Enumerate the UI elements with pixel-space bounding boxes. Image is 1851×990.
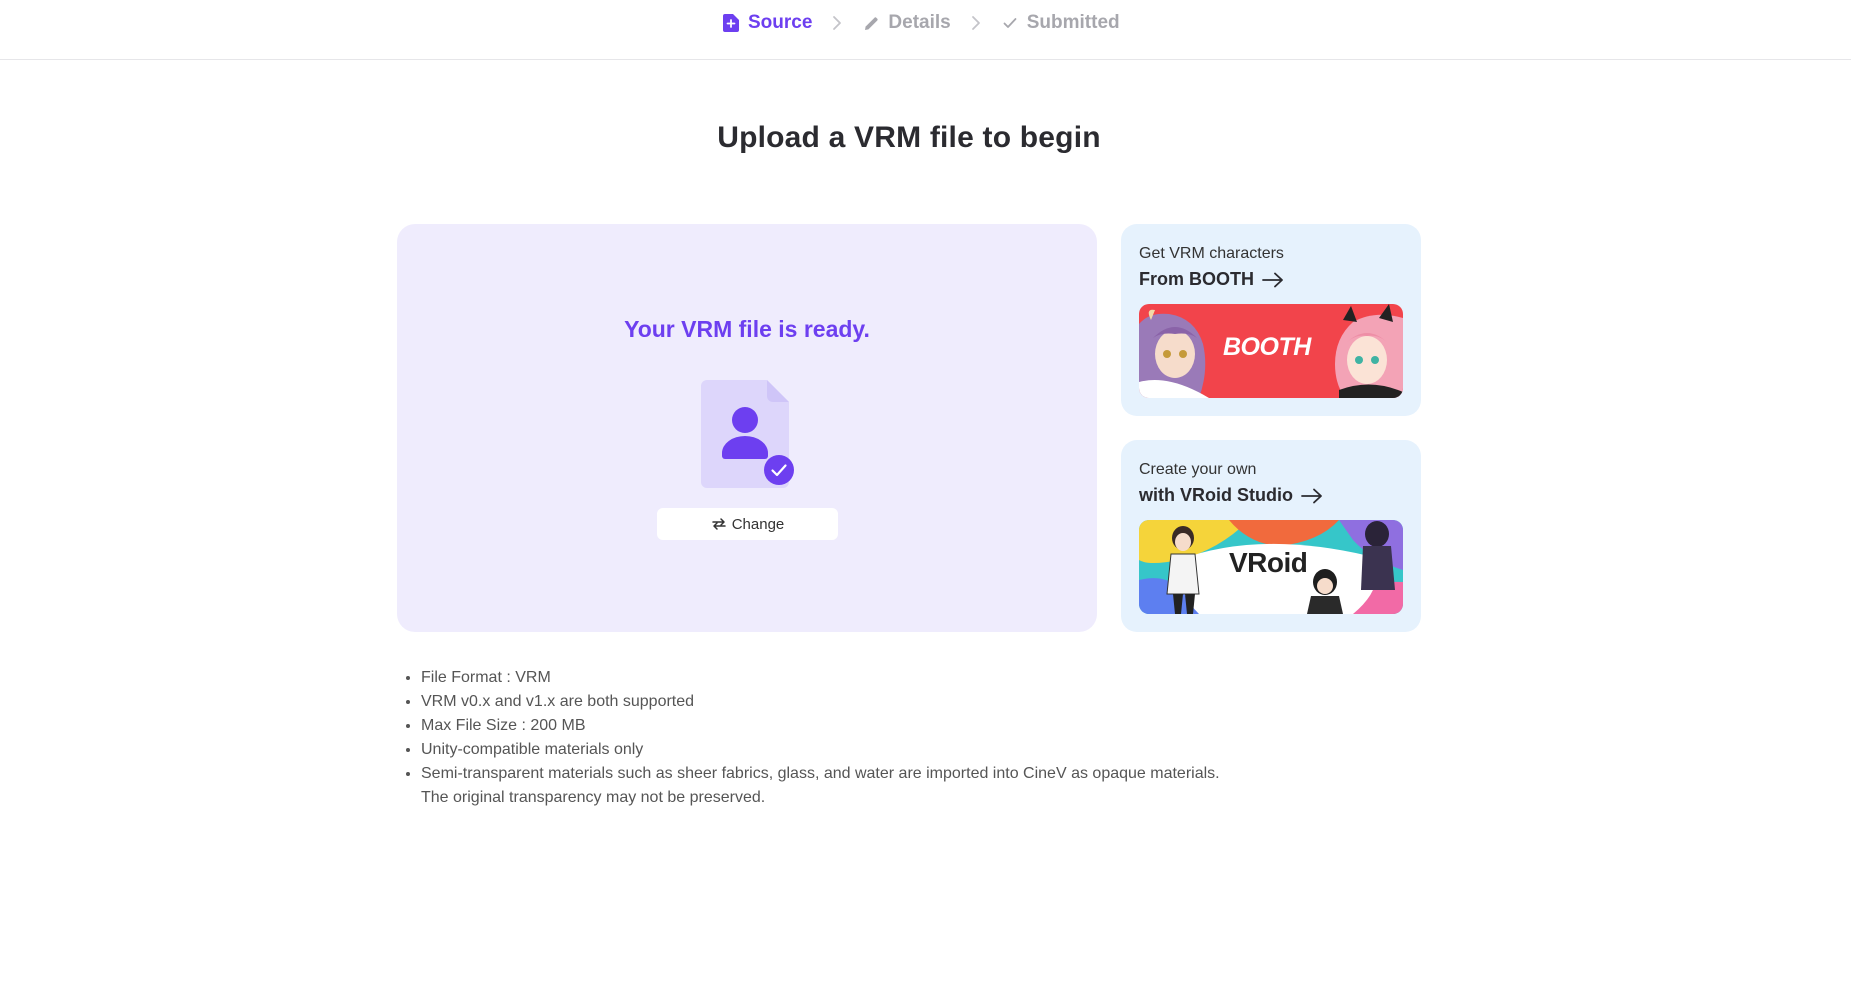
- upload-dropzone[interactable]: Your VRM file is ready. Change: [397, 224, 1097, 632]
- upload-status-text: Your VRM file is ready.: [624, 316, 870, 342]
- step-label: Details: [888, 12, 951, 33]
- swap-arrows-icon: [711, 516, 727, 532]
- vroid-banner[interactable]: VRoid: [1139, 520, 1403, 614]
- stepper: Source Details Submitted: [722, 11, 1120, 35]
- change-file-button[interactable]: Change: [657, 508, 838, 540]
- stepper-bar: Source Details Submitted: [0, 0, 1851, 60]
- pencil-icon: [862, 14, 880, 32]
- booth-link[interactable]: From BOOTH: [1139, 269, 1284, 290]
- promo-link-label: with VRoid Studio: [1139, 485, 1293, 505]
- promo-link-label: From BOOTH: [1139, 269, 1254, 289]
- vroid-promo-card[interactable]: Create your own with VRoid Studio VRoid: [1121, 440, 1421, 632]
- list-item-text: Semi-transparent materials such as sheer…: [421, 765, 1220, 782]
- vroid-link[interactable]: with VRoid Studio: [1139, 485, 1323, 506]
- step-source[interactable]: Source: [722, 12, 812, 34]
- promo-subtitle: Create your own: [1139, 461, 1257, 478]
- vroid-banner-text: VRoid: [1229, 547, 1308, 578]
- list-item: Unity-compatible materials only: [421, 738, 1220, 762]
- file-plus-icon: [722, 14, 740, 32]
- requirements-list: File Format : VRM VRM v0.x and v1.x are …: [421, 666, 1220, 810]
- step-label: Submitted: [1026, 12, 1120, 33]
- step-details[interactable]: Details: [862, 12, 951, 34]
- booth-banner-text: BOOTH: [1223, 333, 1311, 361]
- list-item-note: The original transparency may not be pre…: [421, 789, 766, 806]
- booth-promo-card[interactable]: Get VRM characters From BOOTH BOOTH: [1121, 224, 1421, 416]
- arrow-right-icon: [1301, 488, 1323, 504]
- step-submitted[interactable]: Submitted: [1001, 12, 1120, 34]
- check-circle-icon: [764, 455, 794, 485]
- promo-subtitle: Get VRM characters: [1139, 245, 1284, 262]
- booth-banner[interactable]: BOOTH: [1139, 304, 1403, 398]
- step-label: Source: [748, 12, 813, 33]
- list-item: File Format : VRM: [421, 666, 1220, 690]
- check-icon: [1001, 14, 1019, 32]
- chevron-right-icon: [830, 16, 844, 30]
- page-title: Upload a VRM file to begin: [717, 121, 1101, 154]
- list-item: Semi-transparent materials such as sheer…: [421, 762, 1220, 810]
- chevron-right-icon: [969, 16, 983, 30]
- arrow-right-icon: [1262, 272, 1284, 288]
- change-button-label: Change: [731, 515, 785, 533]
- vrm-file-user-icon: [701, 376, 813, 492]
- list-item: VRM v0.x and v1.x are both supported: [421, 690, 1220, 714]
- list-item: Max File Size : 200 MB: [421, 714, 1220, 738]
